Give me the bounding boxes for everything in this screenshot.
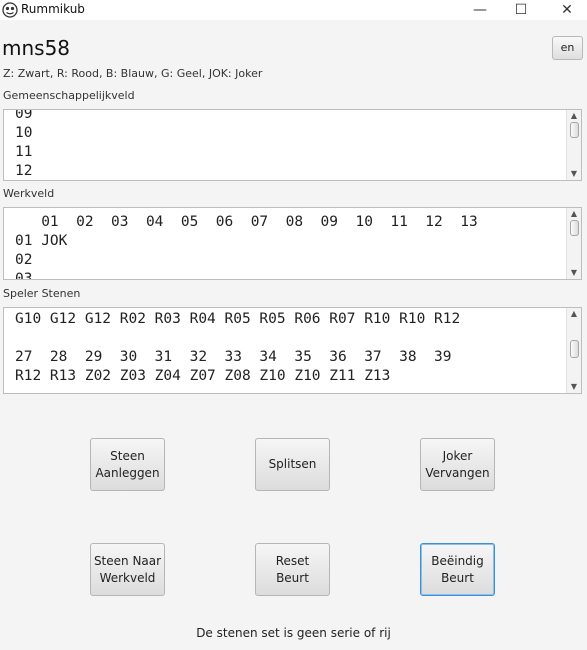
end-turn-button[interactable]: Beëindig Beurt <box>420 543 495 596</box>
window-title: Rummikub <box>21 2 85 16</box>
common-field-textarea[interactable]: 09 10 11 12 ▲ ▼ <box>3 109 582 181</box>
reset-turn-button[interactable]: Reset Beurt <box>255 543 330 596</box>
common-field-content: 09 10 11 12 <box>15 109 33 179</box>
player-stones-content: G10 G12 G12 R02 R03 R04 R05 R05 R06 R07 … <box>15 311 461 384</box>
chevron-down-icon[interactable]: ▼ <box>567 169 581 179</box>
chevron-down-icon[interactable]: ▼ <box>567 268 581 278</box>
player-stones-scrollbar[interactable]: ▲ ▼ <box>566 308 581 393</box>
player-stones-label: Speler Stenen <box>3 287 81 300</box>
chevron-up-icon[interactable]: ▲ <box>567 209 581 219</box>
player-stones-textarea[interactable]: G10 G12 G12 R02 R03 R04 R05 R05 R06 R07 … <box>3 307 582 394</box>
split-button[interactable]: Splitsen <box>255 438 330 491</box>
color-legend: Z: Zwart, R: Rood, B: Blauw, G: Geel, JO… <box>3 67 263 80</box>
status-message: De stenen set is geen serie of rij <box>196 626 391 640</box>
replace-joker-button[interactable]: Joker Vervangen <box>420 438 495 491</box>
work-field-scrollbar[interactable]: ▲ ▼ <box>566 208 581 279</box>
chevron-down-icon[interactable]: ▼ <box>567 382 581 392</box>
stone-to-workfield-button[interactable]: Steen Naar Werkveld <box>90 543 165 596</box>
maximize-button[interactable]: ☐ <box>498 0 544 20</box>
work-field-textarea[interactable]: 01 02 03 04 05 06 07 08 09 10 11 12 13 0… <box>3 207 582 280</box>
chevron-up-icon[interactable]: ▲ <box>567 111 581 121</box>
scrollbar-thumb[interactable] <box>570 340 579 358</box>
rummikub-app-icon <box>2 2 18 18</box>
chevron-up-icon[interactable]: ▲ <box>567 309 581 319</box>
work-field-content: 01 02 03 04 05 06 07 08 09 10 11 12 13 0… <box>15 214 478 280</box>
title-bar: Rummikub — ☐ ✕ <box>0 0 587 20</box>
common-field-scrollbar[interactable]: ▲ ▼ <box>566 110 581 180</box>
player-name: mns58 <box>2 36 71 60</box>
scrollbar-thumb[interactable] <box>570 122 579 138</box>
close-button[interactable]: ✕ <box>544 0 587 20</box>
place-stone-button[interactable]: Steen Aanleggen <box>90 438 165 491</box>
minimize-button[interactable]: — <box>457 0 503 20</box>
work-field-label: Werkveld <box>3 187 55 200</box>
scrollbar-thumb[interactable] <box>570 220 579 236</box>
common-field-label: Gemeenschappelijkveld <box>3 89 135 102</box>
language-button[interactable]: en <box>552 36 583 60</box>
